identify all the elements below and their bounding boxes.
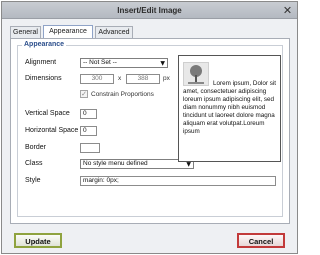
vertical-space-input[interactable]: 0 [80, 109, 97, 119]
alignment-value: -- Not Set -- [83, 59, 117, 66]
alignment-select[interactable]: -- Not Set -- ▼ [80, 58, 168, 68]
border-input[interactable] [80, 143, 100, 153]
class-label: Class [25, 160, 43, 167]
image-preview: Lorem ipsum, Dolor sit amet, consectetue… [178, 55, 281, 162]
height-input[interactable]: 388 [126, 74, 160, 84]
appearance-panel: Appearance Alignment -- Not Set -- ▼ Dim… [10, 38, 290, 224]
style-input[interactable]: margin: 0px; [80, 176, 276, 186]
horizontal-space-label: Horizontal Space [25, 127, 79, 134]
style-label: Style [25, 177, 41, 184]
cancel-button[interactable]: Cancel [237, 233, 285, 248]
class-value: No style menu defined [83, 160, 148, 167]
dimension-unit: px [163, 75, 170, 82]
border-label: Border [25, 144, 47, 151]
title-bar[interactable]: Insert/Edit Image ✕ [2, 2, 297, 19]
dimensions-label: Dimensions [25, 75, 62, 82]
horizontal-space-input[interactable]: 0 [80, 126, 97, 136]
dimension-separator: x [118, 75, 122, 82]
dialog-title: Insert/Edit Image [117, 6, 182, 15]
preview-thumbnail [183, 62, 209, 86]
alignment-label: Alignment [25, 59, 57, 66]
class-select[interactable]: No style menu defined ▼ [80, 159, 194, 169]
update-button[interactable]: Update [14, 233, 62, 248]
appearance-fieldset: Appearance Alignment -- Not Set -- ▼ Dim… [17, 41, 283, 217]
chevron-down-icon: ▼ [160, 60, 165, 67]
constrain-label: Constrain Proportions [91, 91, 154, 98]
close-icon[interactable]: ✕ [282, 5, 293, 16]
constrain-checkbox[interactable]: ✓ [80, 90, 88, 98]
tab-appearance[interactable]: Appearance [43, 25, 93, 39]
appearance-legend: Appearance [22, 41, 67, 48]
width-input[interactable]: 300 [80, 74, 114, 84]
vertical-space-label: Vertical Space [25, 110, 70, 117]
image-dialog: Insert/Edit Image ✕ General Appearance A… [1, 1, 298, 254]
